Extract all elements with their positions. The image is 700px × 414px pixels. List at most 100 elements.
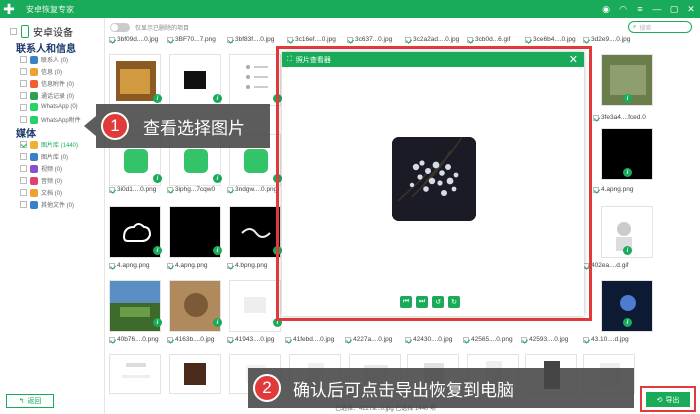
info-icon[interactable]: i [153,174,162,183]
info-icon[interactable]: i [153,318,162,327]
item-checkbox[interactable] [20,141,27,148]
file-label[interactable]: 41febd....0.jpg [285,336,334,343]
file-label[interactable]: 3bf83f....0.jpg [227,36,274,43]
item-checkbox[interactable] [20,153,27,160]
file-checkbox[interactable] [227,336,233,343]
search-input[interactable]: ⌕ 搜索 [628,21,692,33]
sidebar-item-gallery-2[interactable]: 图片库 (0) [20,152,68,161]
file-label[interactable]: 3bf09d....0.jpg [109,36,158,43]
file-checkbox[interactable] [167,336,173,343]
thumbnail[interactable] [169,354,221,394]
sidebar-item-message-attachments[interactable]: 信息附件 (0) [20,79,74,88]
file-label[interactable]: 42565....0.png [463,336,513,343]
sidebar-item-video[interactable]: 视频 (0) [20,164,62,173]
sidebar-item-messages[interactable]: 信息 (0) [20,67,62,76]
rotate-left-icon[interactable]: ↺ [432,296,444,308]
sidebar-item-documents[interactable]: 文档 (0) [20,188,62,197]
first-icon[interactable]: ⏮ [400,296,412,308]
file-checkbox[interactable] [463,336,469,343]
sidebar-item-contacts[interactable]: 联系人 (0) [20,55,68,64]
rotate-right-icon[interactable]: ↻ [448,296,460,308]
info-icon[interactable]: i [213,246,222,255]
file-checkbox[interactable] [109,36,115,43]
file-label[interactable]: 3ndgw....0.png [227,186,277,193]
viewer-close-icon[interactable]: ✕ [569,53,578,66]
file-label[interactable]: 3cb0d...6.gif [467,36,510,43]
item-checkbox[interactable] [20,68,27,75]
info-icon[interactable]: i [213,174,222,183]
file-checkbox[interactable] [583,336,589,343]
file-checkbox[interactable] [167,186,173,193]
device-header[interactable]: 安卓设备 [10,24,73,39]
file-checkbox[interactable] [521,336,527,343]
file-checkbox[interactable] [227,262,233,269]
file-checkbox[interactable] [109,336,115,343]
info-icon[interactable]: i [623,168,632,177]
file-checkbox[interactable] [227,36,233,43]
item-checkbox[interactable] [20,56,27,63]
item-checkbox[interactable] [20,177,27,184]
file-checkbox[interactable] [347,36,353,43]
file-checkbox[interactable] [405,336,411,343]
file-label[interactable]: 4.apng.png [593,186,634,193]
item-checkbox[interactable] [20,103,27,111]
file-label[interactable]: 41943....0.jpg [227,336,274,343]
thumbnail[interactable] [109,354,161,394]
sidebar-item-audio[interactable]: 音频 (0) [20,176,62,185]
menu-icon[interactable]: ≡ [635,4,645,14]
file-label[interactable]: 3fe3a4....fced.0 [593,114,646,121]
item-checkbox[interactable] [20,201,27,208]
info-icon[interactable]: i [623,318,632,327]
chat-icon[interactable]: ◉ [601,4,611,15]
sidebar-item-other[interactable]: 其他文件 (0) [20,200,74,209]
file-checkbox[interactable] [167,262,173,269]
file-checkbox[interactable] [227,186,233,193]
info-icon[interactable]: i [623,94,632,103]
file-label[interactable]: 3c637...0.jpg [347,36,392,43]
file-label[interactable]: 3iphg...7cqw0 [167,186,215,193]
file-label[interactable]: 4.apng.png [167,262,208,269]
file-checkbox[interactable] [593,186,599,193]
file-checkbox[interactable] [109,262,115,269]
file-checkbox[interactable] [593,114,599,121]
file-label[interactable]: 4163b....0.jpg [167,336,214,343]
file-checkbox[interactable] [345,336,351,343]
sidebar-item-gallery[interactable]: 图片库 (1440) [20,140,78,149]
file-label[interactable]: 43.10....d.jpg [583,336,629,343]
sidebar-item-whatsapp[interactable]: WhatsApp (0) [20,103,78,111]
wifi-icon[interactable]: ◠ [618,4,628,15]
file-label[interactable]: 42593....0.jpg [521,336,568,343]
file-label[interactable]: 40b76....0.png [109,336,159,343]
file-label[interactable]: 4.apng.png [109,262,150,269]
file-checkbox[interactable] [109,186,115,193]
close-icon[interactable]: ✕ [686,4,696,15]
info-icon[interactable]: i [153,246,162,255]
minimize-icon[interactable]: — [652,4,662,14]
device-checkbox[interactable] [10,28,17,35]
item-checkbox[interactable] [20,189,27,196]
item-checkbox[interactable] [20,80,27,87]
info-icon[interactable]: i [213,318,222,327]
info-icon[interactable]: i [153,94,162,103]
file-label[interactable]: 3c16ef....0.jpg [287,36,336,43]
file-label[interactable]: 42430....0.jpg [405,336,452,343]
file-checkbox[interactable] [405,36,411,43]
item-checkbox[interactable] [20,165,27,172]
file-label[interactable]: 3i0d1....0.png [109,186,156,193]
back-button[interactable]: ↰ 返回 [6,394,54,408]
file-checkbox[interactable] [583,36,589,43]
item-checkbox[interactable] [20,116,27,123]
file-label[interactable]: 3c2a2ad....0.jpg [405,36,459,43]
file-label[interactable]: 4227a....0.jpg [345,336,392,343]
file-checkbox[interactable] [525,36,531,43]
deleted-only-toggle[interactable] [110,22,130,32]
file-checkbox[interactable] [467,36,473,43]
info-icon[interactable]: i [623,246,632,255]
maximize-icon[interactable]: ▢ [669,4,679,15]
export-button[interactable]: ⟲ 导出 [646,392,690,407]
file-checkbox[interactable] [287,36,293,43]
sidebar-item-calls[interactable]: 通话记录 (0) [20,91,74,100]
file-label[interactable]: 3d2e9....0.jpg [583,36,630,43]
last-icon[interactable]: ⏭ [416,296,428,308]
sidebar-item-whatsapp-attachments[interactable]: WhatsApp附件 [20,115,81,124]
